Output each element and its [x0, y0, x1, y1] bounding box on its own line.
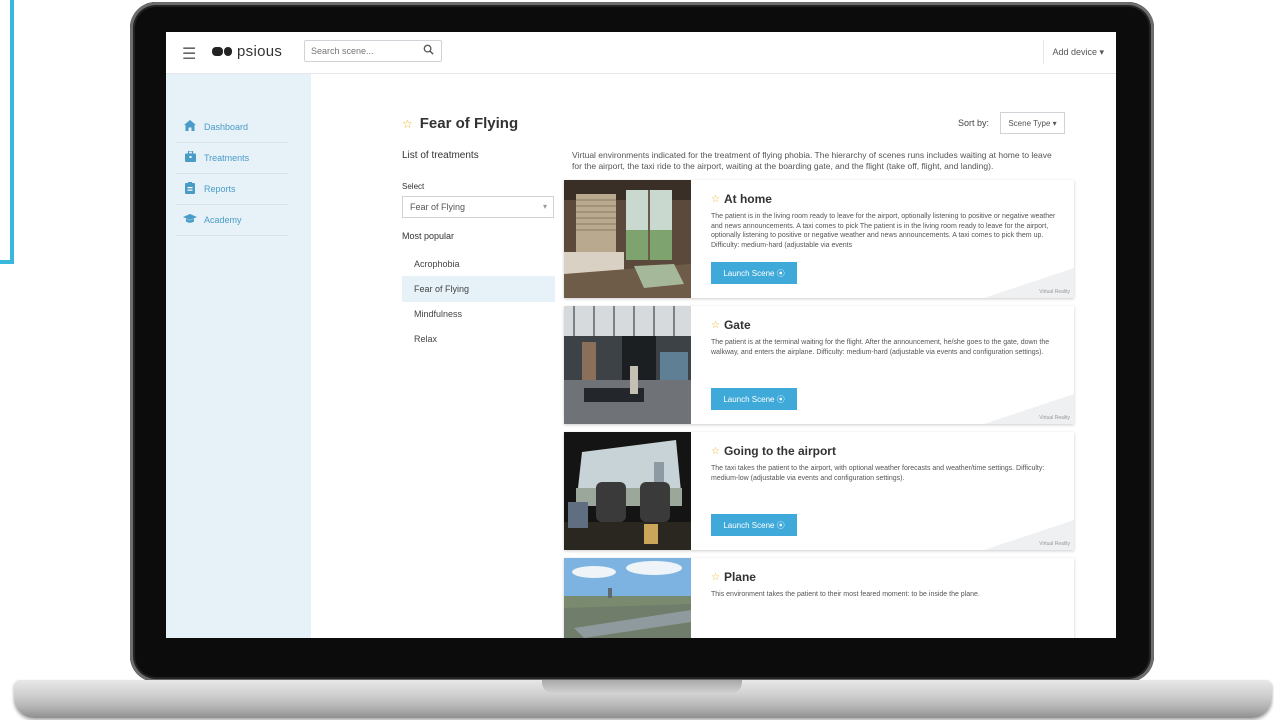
scene-card-going-to-the-airport: ☆ Going to the airport The taxi takes th…: [564, 432, 1074, 550]
app-screen: ☰ psious Add device ▾ Dashboard Treatmen…: [166, 32, 1116, 638]
scene-tag: Virtual Reality: [1039, 541, 1070, 547]
popular-item-acrophobia[interactable]: Acrophobia: [402, 251, 555, 277]
scene-description: The taxi takes the patient to the airpor…: [711, 465, 1045, 482]
hamburger-menu-icon[interactable]: ☰: [182, 44, 196, 64]
sort-select[interactable]: Scene Type ▾: [1000, 112, 1065, 134]
sidebar-item-label: Dashboard: [204, 122, 249, 132]
scene-title-text: Plane: [723, 570, 756, 584]
scene-title: ☆ Going to the airport: [711, 444, 836, 458]
logo[interactable]: psious: [212, 43, 282, 60]
sidebar-item-dashboard[interactable]: Dashboard: [176, 112, 288, 143]
scene-description: This environment takes the patient to th…: [711, 591, 980, 598]
star-icon[interactable]: ☆: [711, 194, 720, 205]
scene-tag: Virtual Reality: [1039, 415, 1070, 421]
decorative-bracket: [0, 0, 14, 264]
search-icon[interactable]: [423, 44, 434, 58]
scene-description: The patient is at the terminal waiting f…: [711, 339, 1050, 356]
sidebar: Dashboard Treatments Reports Academy: [166, 74, 311, 638]
scene-card-gate: ☆ Gate The patient is at the terminal wa…: [564, 306, 1074, 424]
sidebar-item-treatments[interactable]: Treatments: [176, 143, 288, 174]
star-icon[interactable]: ☆: [402, 117, 413, 131]
search-box[interactable]: [304, 40, 442, 62]
add-device-button[interactable]: Add device ▾: [1043, 40, 1112, 64]
list-heading: List of treatments: [402, 150, 479, 161]
popular-item-relax[interactable]: Relax: [402, 326, 555, 352]
logo-icon: [212, 47, 233, 56]
top-bar: ☰ psious Add device ▾: [166, 32, 1116, 74]
launch-scene-button[interactable]: Launch Scene ⦿: [711, 262, 797, 284]
scene-title-text: Going to the airport: [723, 444, 836, 458]
sidebar-item-reports[interactable]: Reports: [176, 174, 288, 205]
briefcase-icon: [176, 150, 204, 165]
star-icon[interactable]: ☆: [711, 320, 720, 331]
scene-tag: Virtual Reality: [1039, 289, 1070, 295]
report-icon: [176, 181, 204, 197]
sort-label: Sort by:: [958, 118, 990, 128]
popular-heading: Most popular: [402, 231, 455, 241]
logo-text: psious: [237, 43, 283, 60]
star-icon[interactable]: ☆: [711, 446, 720, 457]
page-title: ☆ Fear of Flying: [402, 115, 518, 132]
home-icon: [176, 120, 204, 134]
popular-item-fear-of-flying[interactable]: Fear of Flying: [402, 276, 555, 302]
treatment-select[interactable]: Fear of Flying ▾: [402, 196, 554, 218]
popular-item-mindfulness[interactable]: Mindfulness: [402, 301, 555, 327]
treatment-description: Virtual environments indicated for the t…: [572, 150, 1052, 171]
scene-thumbnail-at-home[interactable]: [564, 180, 691, 298]
scene-description: The patient is in the living room ready …: [711, 213, 1056, 249]
select-label: Select: [402, 182, 425, 191]
scene-thumbnail-plane[interactable]: [564, 558, 691, 638]
launch-scene-button[interactable]: Launch Scene ⦿: [711, 514, 797, 536]
scene-card-at-home: ☆ At home The patient is in the living r…: [564, 180, 1074, 298]
chevron-down-icon: ▾: [542, 202, 547, 211]
screen-edge: [1116, 32, 1122, 638]
star-icon[interactable]: ☆: [711, 572, 720, 583]
sidebar-item-label: Academy: [204, 215, 242, 225]
scene-title-text: Gate: [723, 318, 751, 332]
scene-title: ☆ Gate: [711, 318, 751, 332]
scene-title: ☆ At home: [711, 192, 772, 206]
laptop-notch: [542, 680, 742, 694]
scene-thumbnail-gate[interactable]: [564, 306, 691, 424]
graduation-cap-icon: [176, 213, 204, 227]
scene-title: ☆ Plane: [711, 570, 756, 584]
treatment-select-value: Fear of Flying: [410, 202, 466, 212]
sidebar-item-label: Reports: [204, 184, 236, 194]
search-input[interactable]: [305, 41, 427, 61]
scene-title-text: At home: [723, 192, 772, 206]
sidebar-item-label: Treatments: [204, 153, 250, 163]
launch-scene-button[interactable]: Launch Scene ⦿: [711, 388, 797, 410]
scene-thumbnail-going-to-the-airport[interactable]: [564, 432, 691, 550]
sidebar-item-academy[interactable]: Academy: [176, 205, 288, 236]
scene-card-plane: ☆ Plane This environment takes the patie…: [564, 558, 1074, 638]
page-title-text: Fear of Flying: [419, 115, 519, 132]
